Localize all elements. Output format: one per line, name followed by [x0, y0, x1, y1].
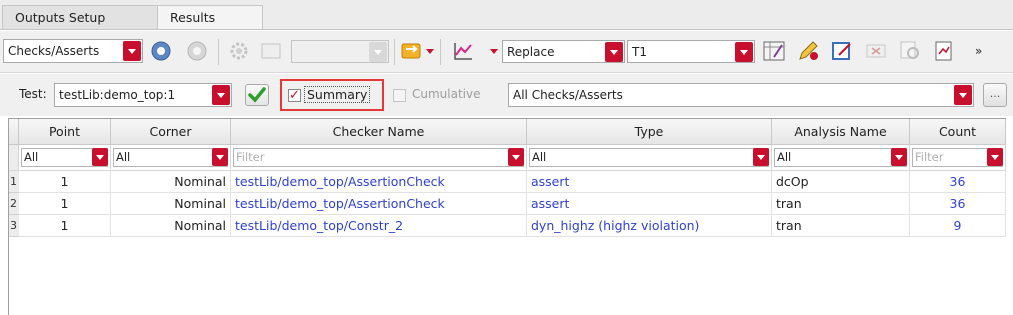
cell-type[interactable]: assert	[527, 171, 772, 193]
cell-analysis-name[interactable]: dcOp	[772, 171, 910, 193]
column-header-corner[interactable]: Corner	[111, 119, 231, 145]
cell-count[interactable]: 36	[910, 171, 1006, 193]
row-number[interactable]: 3	[9, 215, 19, 237]
chevron-down-icon	[212, 85, 230, 105]
results-table-icon[interactable]	[762, 39, 786, 63]
column-header-analysis-name[interactable]: Analysis Name	[772, 119, 910, 145]
chevron-down-icon[interactable]	[426, 49, 434, 54]
search-results-icon[interactable]	[898, 39, 922, 63]
column-header-checker-name[interactable]: Checker Name	[231, 119, 527, 145]
chevron-down-icon	[954, 85, 972, 105]
cell-type[interactable]: dyn_highz (highz violation)	[527, 215, 772, 237]
filter-analysis-name-value: All	[774, 148, 907, 167]
cumulative-label: Cumulative	[412, 87, 481, 101]
chevron-down-icon	[92, 148, 108, 166]
row-number[interactable]: 2	[9, 193, 19, 215]
table-view-icon[interactable]	[260, 40, 282, 62]
cumulative-checkbox[interactable]	[393, 89, 406, 102]
view-type-select[interactable]: Checks/Asserts	[3, 39, 143, 63]
chevron-down-icon	[508, 148, 524, 166]
filter-analysis-name[interactable]: All	[772, 145, 910, 171]
tab-outputs-setup[interactable]: Outputs Setup	[2, 5, 158, 30]
column-header-count[interactable]: Count	[910, 119, 1006, 145]
filter-checker-name[interactable]: Filter	[231, 145, 527, 171]
swap-icon[interactable]	[400, 40, 422, 62]
history-select[interactable]: T1	[627, 40, 755, 63]
chevron-down-icon	[987, 148, 1003, 166]
filter-point[interactable]: All	[19, 145, 111, 171]
summary-checkbox[interactable]: ✓	[288, 89, 301, 102]
report-icon[interactable]	[932, 39, 956, 63]
column-header-point[interactable]: Point	[19, 119, 111, 145]
cell-corner[interactable]: Nominal	[111, 171, 231, 193]
checks-filter-select[interactable]: All Checks/Asserts	[508, 83, 974, 107]
toolbar-separator	[440, 39, 441, 65]
filter-bar: Test: testLib:demo_top:1 ✓ Summary Cumul…	[0, 74, 1013, 116]
toolbar-separator	[394, 39, 395, 65]
gear-icon[interactable]	[228, 40, 250, 62]
chevron-down-icon	[123, 41, 141, 61]
test-select[interactable]: testLib:demo_top:1	[54, 83, 232, 107]
cell-point[interactable]: 1	[19, 171, 111, 193]
cell-point[interactable]: 1	[19, 193, 111, 215]
filter-corner-value: All	[113, 148, 228, 167]
chevron-down-icon	[891, 148, 907, 166]
cell-checker-name[interactable]: testLib/demo_top/AssertionCheck	[231, 193, 527, 215]
cell-corner[interactable]: Nominal	[111, 215, 231, 237]
row-number[interactable]: 1	[9, 171, 19, 193]
disabled-select[interactable]	[291, 40, 389, 63]
filter-corner[interactable]: All	[111, 145, 231, 171]
tab-bar: Outputs Setup Results	[0, 0, 1013, 30]
forward-icon[interactable]	[186, 40, 208, 62]
cell-count[interactable]: 36	[910, 193, 1006, 215]
test-label: Test:	[19, 87, 47, 101]
cell-corner[interactable]: Nominal	[111, 193, 231, 215]
export-icon[interactable]	[864, 39, 888, 63]
cell-checker-name[interactable]: testLib/demo_top/AssertionCheck	[231, 171, 527, 193]
history-value: T1	[632, 45, 647, 59]
results-table: Point Corner Checker Name Type Analysis …	[8, 118, 1006, 315]
tab-results[interactable]: Results	[157, 5, 263, 30]
chevron-down-icon	[605, 42, 623, 62]
filter-count[interactable]: Filter	[910, 145, 1006, 171]
filter-type[interactable]: All	[527, 145, 772, 171]
checks-filter-value: All Checks/Asserts	[513, 88, 623, 102]
chevron-down-icon	[735, 42, 753, 62]
back-icon[interactable]	[150, 40, 172, 62]
row-header-corner	[9, 119, 19, 145]
column-header-type[interactable]: Type	[527, 119, 772, 145]
form-edit-icon[interactable]	[830, 39, 854, 63]
plot-mode-select[interactable]: Replace	[502, 40, 625, 63]
cell-type[interactable]: assert	[527, 193, 772, 215]
tab-divider	[0, 29, 1013, 30]
cell-checker-name[interactable]: testLib/demo_top/Constr_2	[231, 215, 527, 237]
cell-analysis-name[interactable]: tran	[772, 193, 910, 215]
plot-icon[interactable]	[452, 40, 474, 62]
edit-pencil-icon[interactable]	[796, 39, 820, 63]
cell-point[interactable]: 1	[19, 215, 111, 237]
filter-type-value: All	[529, 148, 769, 167]
filter-checker-name-placeholder: Filter	[233, 148, 524, 167]
toolbar-separator	[218, 39, 219, 65]
more-options-button[interactable]: ...	[983, 83, 1007, 107]
toolbar-overflow-icon[interactable]: »	[975, 44, 982, 58]
chevron-down-icon	[753, 148, 769, 166]
chevron-down-icon	[369, 42, 387, 62]
test-value: testLib:demo_top:1	[59, 88, 176, 102]
chevron-down-icon[interactable]	[490, 49, 498, 54]
plot-mode-value: Replace	[507, 45, 555, 59]
cell-analysis-name[interactable]: tran	[772, 215, 910, 237]
checkmark-icon	[248, 87, 266, 103]
row-number-filter-spacer	[9, 145, 19, 171]
summary-label[interactable]: Summary	[304, 86, 371, 103]
apply-test-button[interactable]	[245, 84, 269, 106]
results-toolbar: Checks/Asserts Replace T1 »	[0, 31, 1013, 73]
cell-count[interactable]: 9	[910, 215, 1006, 237]
view-type-value: Checks/Asserts	[8, 44, 100, 58]
chevron-down-icon	[212, 148, 228, 166]
